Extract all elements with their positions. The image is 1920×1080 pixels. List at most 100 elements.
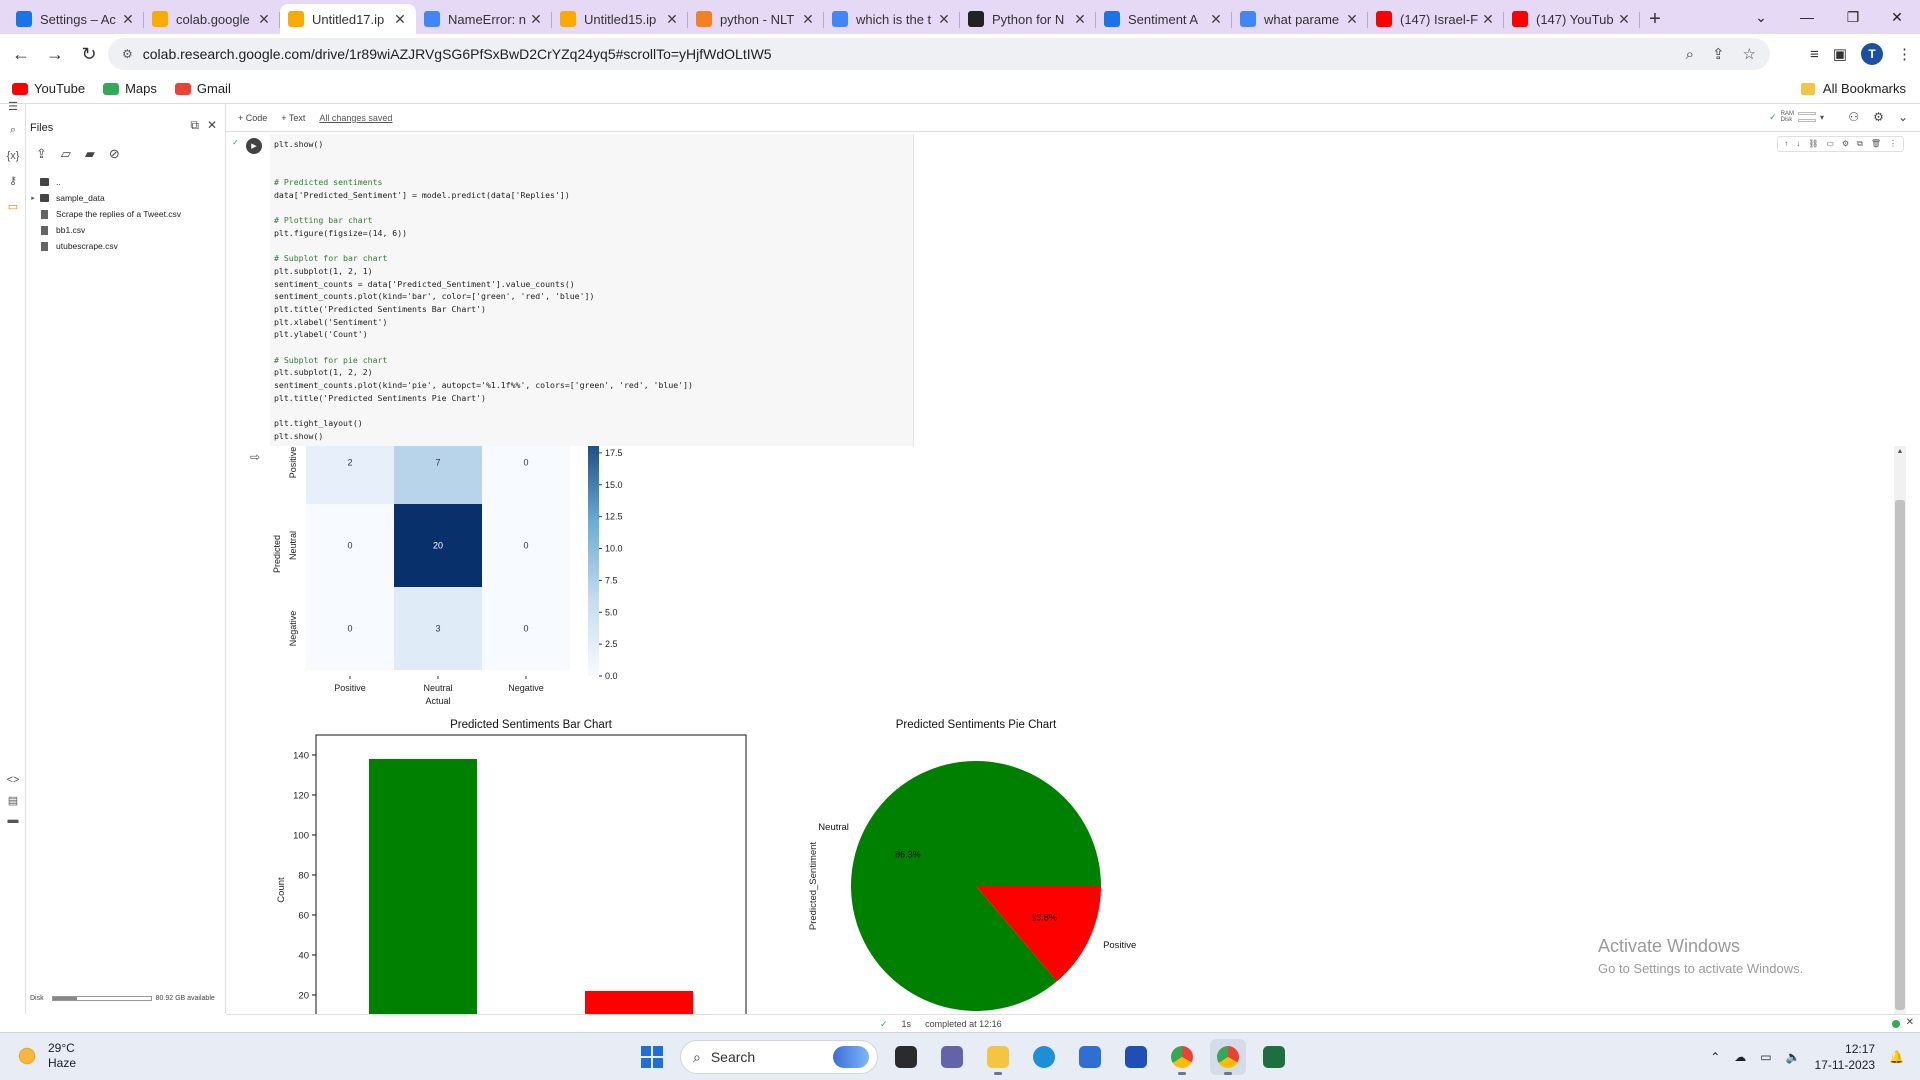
restore-button[interactable]: ❐ (1830, 0, 1876, 34)
run-cell-button[interactable]: ▶ (246, 138, 262, 154)
tray-chevron-icon[interactable]: ⌃ (1710, 1050, 1720, 1064)
browser-tab[interactable]: what parame ✕ (1232, 4, 1368, 34)
close-tab-icon[interactable]: ✕ (1480, 11, 1496, 28)
browser-tab[interactable]: (147) YouTub ✕ (1504, 4, 1640, 34)
close-tab-icon[interactable]: ✕ (528, 11, 544, 28)
close-window-button[interactable]: ✕ (1874, 0, 1920, 34)
share-icon[interactable]: ⇪ (1712, 45, 1725, 63)
upload-file-icon[interactable]: ⇪ (36, 146, 47, 162)
output-scrollbar[interactable]: ▲ (1894, 446, 1906, 1014)
side-panel-icon[interactable]: ▣ (1833, 45, 1847, 63)
variables-icon[interactable]: {x} (5, 150, 21, 166)
link-icon[interactable]: ⛓ (1808, 139, 1818, 149)
all-bookmarks-button[interactable]: All Bookmarks (1800, 81, 1906, 96)
add-text-button[interactable]: + Text (281, 113, 305, 123)
close-tab-icon[interactable]: ✕ (1344, 11, 1360, 28)
new-tab-button[interactable]: + (1640, 4, 1670, 34)
chrome-app-1[interactable] (1164, 1039, 1200, 1075)
more-options-icon[interactable]: ⋮ (1889, 139, 1897, 149)
browser-tab[interactable]: Untitled17.ip ✕ (280, 4, 416, 34)
notifications-bell-icon[interactable]: 🔔 (1889, 1050, 1904, 1064)
taskbar-search[interactable]: ⌕ Search (680, 1040, 878, 1074)
command-palette-icon[interactable]: ▤ (5, 794, 21, 810)
cell-settings-icon[interactable]: ⚙ (1842, 139, 1849, 149)
file-item[interactable]: bb1.csv (26, 222, 226, 238)
mirror-cell-icon[interactable]: ⧉ (1857, 139, 1863, 149)
comment-icon[interactable]: ▭ (1826, 139, 1834, 149)
table-of-contents-icon[interactable]: ☰ (5, 100, 21, 116)
close-tab-icon[interactable]: ✕ (1616, 11, 1632, 28)
onedrive-icon[interactable]: ☁ (1734, 1050, 1746, 1064)
profile-avatar[interactable]: T (1861, 43, 1883, 65)
file-item[interactable]: Scrape the replies of a Tweet.csv (26, 206, 226, 222)
close-tab-icon[interactable]: ✕ (1208, 11, 1224, 28)
open-in-tab-icon[interactable]: ⧉ (190, 118, 199, 133)
ram-disk-indicator[interactable]: ✓ RAM Disk ▾ (1769, 110, 1824, 124)
menu-kebab-icon[interactable]: ⋮ (1897, 45, 1912, 63)
reload-icon[interactable]: ↻ (72, 38, 106, 70)
edge-app[interactable] (1026, 1039, 1062, 1075)
close-tab-icon[interactable]: ✕ (800, 11, 816, 28)
site-info-icon[interactable]: ⚙ (122, 47, 133, 61)
start-button[interactable] (634, 1039, 670, 1075)
minimize-button[interactable]: — (1784, 0, 1830, 34)
code-cell[interactable]: ✓ ▶ plt.show() # Predicted sentiments data… (232, 134, 1904, 446)
browser-tab[interactable]: which is the t ✕ (824, 4, 960, 34)
chrome-app-2[interactable] (1210, 1039, 1246, 1075)
expand-caret-icon[interactable]: ▸ (26, 194, 40, 202)
settings-gear-icon[interactable]: ⚙ (1873, 110, 1884, 124)
browser-tab[interactable]: Untitled15.ip ✕ (552, 4, 688, 34)
close-tab-icon[interactable]: ✕ (664, 11, 680, 28)
close-panel-icon[interactable]: ✕ (207, 118, 217, 133)
bookmark-youtube[interactable]: YouTube (12, 81, 85, 96)
close-tab-icon[interactable]: ✕ (936, 11, 952, 28)
browser-tab[interactable]: Sentiment A ✕ (1096, 4, 1232, 34)
move-down-icon[interactable]: ↓ (1796, 139, 1800, 149)
mount-drive-icon[interactable]: ▰ (85, 146, 95, 162)
search-icon[interactable]: ⌕ (5, 124, 21, 140)
bookmark-star-icon[interactable]: ☆ (1743, 45, 1756, 63)
close-tab-icon[interactable]: ✕ (392, 11, 408, 28)
secrets-key-icon[interactable]: ⚷ (5, 174, 21, 190)
zoom-icon[interactable]: ⌕ (1686, 46, 1694, 63)
folder-item[interactable]: .. (26, 174, 226, 190)
share-users-icon[interactable]: ⚇ (1848, 110, 1859, 124)
browser-tab[interactable]: NameError: n ✕ (416, 4, 552, 34)
tab-search-chevron-icon[interactable]: ⌄ (1738, 0, 1784, 34)
reading-list-icon[interactable]: ≡ (1810, 46, 1819, 63)
move-up-icon[interactable]: ↑ (1784, 139, 1788, 149)
bookmark-gmail[interactable]: Gmail (174, 81, 231, 96)
address-bar[interactable]: ⚙ colab.research.google.com/drive/1r89wi… (108, 38, 1770, 70)
add-code-button[interactable]: + Code (238, 113, 267, 123)
weather-widget[interactable]: 29°C Haze (16, 1041, 76, 1071)
scroll-up-arrow-icon[interactable]: ▲ (1894, 448, 1906, 455)
volume-icon[interactable]: 🔈 (1786, 1050, 1801, 1064)
close-tab-icon[interactable]: ✕ (256, 11, 272, 28)
browser-tab[interactable]: python - NLT ✕ (688, 4, 824, 34)
clock[interactable]: 12:17 17-11-2023 (1815, 1041, 1876, 1073)
scrollbar-thumb[interactable] (1895, 500, 1905, 1010)
close-tab-icon[interactable]: ✕ (1072, 11, 1088, 28)
code-editor[interactable]: plt.show() # Predicted sentiments data['Pr… (270, 134, 914, 446)
file-explorer-app[interactable] (980, 1039, 1016, 1075)
hide-files-icon[interactable]: ⊘ (109, 146, 120, 162)
folder-item[interactable]: ▸ sample_data (26, 190, 226, 206)
task-view-app[interactable] (888, 1039, 924, 1075)
browser-tab[interactable]: colab.google ✕ (144, 4, 280, 34)
terminal-icon[interactable]: ▬ (5, 814, 21, 830)
bookmark-maps[interactable]: Maps (103, 81, 157, 96)
excel-app[interactable] (1256, 1039, 1292, 1075)
file-item[interactable]: utubescrape.csv (26, 238, 226, 254)
save-status-link[interactable]: All changes saved (319, 113, 392, 123)
store-app[interactable] (1072, 1039, 1108, 1075)
browser-tab[interactable]: (147) Israel-F ✕ (1368, 4, 1504, 34)
close-status-icon[interactable]: ✕ (1906, 1017, 1914, 1028)
runtime-dropdown-icon[interactable]: ▾ (1820, 113, 1824, 122)
headset-app[interactable] (1118, 1039, 1154, 1075)
files-folder-icon[interactable]: ▭ (5, 200, 21, 216)
back-arrow-icon[interactable]: ← (4, 38, 38, 70)
code-snippets-icon[interactable]: <> (5, 774, 21, 790)
new-folder-icon[interactable]: ▱ (61, 146, 71, 162)
teams-app[interactable] (934, 1039, 970, 1075)
delete-cell-icon[interactable]: 🗑 (1871, 139, 1881, 149)
